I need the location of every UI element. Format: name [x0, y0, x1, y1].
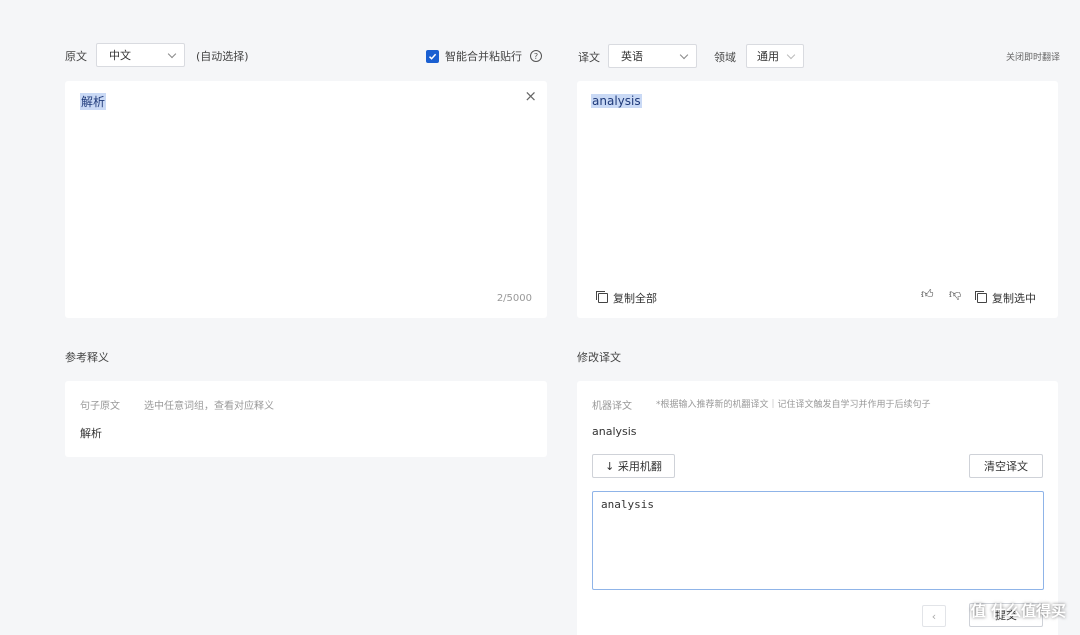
- machine-value[interactable]: analysis: [592, 425, 637, 438]
- chevron-down-icon: [679, 50, 689, 59]
- reference-panel: 句子原文 选中任意词组，查看对应释义 解析: [65, 381, 547, 457]
- copy-icon: [975, 291, 987, 303]
- copy-all-button[interactable]: 复制全部: [596, 290, 657, 306]
- reference-col-sentence: 句子原文: [80, 401, 120, 412]
- source-lang-value: 中文: [109, 49, 131, 62]
- smart-merge-label: 智能合并粘贴行: [445, 50, 522, 63]
- source-lang-select[interactable]: 中文: [96, 43, 185, 67]
- auto-select-label: (自动选择): [196, 50, 249, 63]
- target-text[interactable]: analysis: [591, 94, 642, 108]
- domain-select[interactable]: 通用: [746, 44, 804, 68]
- target-label: 译文: [578, 51, 600, 64]
- chevron-down-icon: [786, 50, 796, 59]
- smart-merge-option[interactable]: 智能合并粘贴行 ?: [426, 48, 542, 64]
- char-count: 2/5000: [496, 293, 532, 304]
- copy-all-label: 复制全部: [613, 292, 657, 305]
- close-realtime-link[interactable]: 关闭即时翻译: [1006, 50, 1060, 63]
- copy-icon: [596, 291, 608, 303]
- source-text[interactable]: 解析: [80, 93, 107, 110]
- check-icon: [428, 53, 437, 60]
- adopt-machine-button[interactable]: ↓ 采用机翻: [592, 454, 675, 478]
- watermark: 值 什么值得买: [971, 600, 1066, 621]
- copy-selected-label: 复制选中: [992, 292, 1036, 305]
- target-lang-value: 英语: [621, 50, 643, 63]
- close-icon[interactable]: ×: [524, 87, 537, 105]
- chevron-down-icon: [167, 49, 177, 58]
- reference-title: 参考释义: [65, 351, 109, 364]
- reference-hint: 选中任意词组，查看对应释义: [144, 401, 274, 412]
- clear-translation-button[interactable]: 清空译文: [969, 454, 1043, 478]
- thumbs-down-icon[interactable]: 👎︎: [949, 287, 961, 302]
- help-icon[interactable]: ?: [530, 50, 542, 62]
- translation-textarea[interactable]: [592, 491, 1044, 590]
- machine-label: 机器译文: [592, 401, 632, 412]
- thumbs-up-icon[interactable]: 👍︎: [921, 287, 934, 302]
- machine-hint: *根据输入推荐新的机翻译文｜记住译文触发自学习并作用于后续句子: [656, 400, 931, 410]
- smart-merge-checkbox[interactable]: [426, 49, 439, 63]
- prev-icon[interactable]: ‹: [922, 605, 946, 627]
- domain-label: 领域: [714, 51, 736, 64]
- edit-panel: 机器译文 *根据输入推荐新的机翻译文｜记住译文触发自学习并作用于后续句子 ana…: [577, 381, 1058, 635]
- copy-selected-button[interactable]: 复制选中: [975, 290, 1036, 306]
- source-label: 原文: [65, 50, 87, 63]
- domain-value: 通用: [757, 50, 779, 63]
- target-lang-select[interactable]: 英语: [608, 44, 697, 68]
- reference-value[interactable]: 解析: [80, 425, 102, 441]
- source-panel[interactable]: 解析 × 2/5000: [65, 81, 547, 318]
- target-panel: analysis 复制全部 👍︎ 👎︎ 复制选中: [577, 81, 1058, 318]
- watermark-text: 值 什么值得买: [970, 602, 1066, 620]
- edit-title: 修改译文: [577, 351, 621, 364]
